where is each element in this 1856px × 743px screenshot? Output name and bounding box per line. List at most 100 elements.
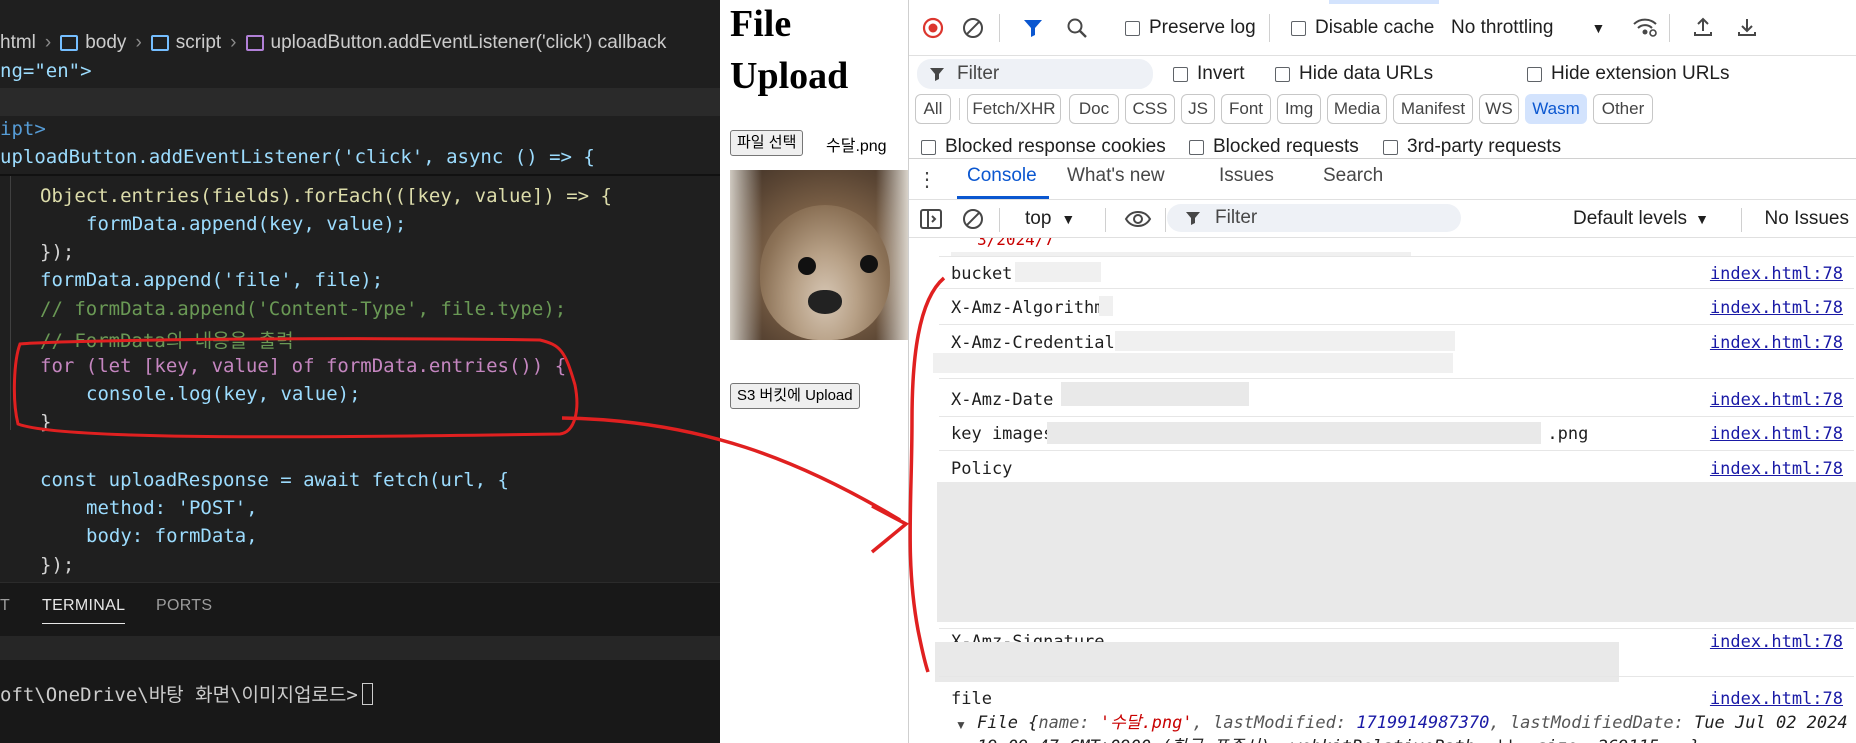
current-line-highlight bbox=[0, 88, 720, 116]
tab-console[interactable]: Console bbox=[967, 165, 1037, 187]
code-line: }); bbox=[40, 241, 74, 269]
type-filter-css[interactable]: CSS bbox=[1125, 94, 1175, 124]
blocked-cookies-checkbox[interactable]: Blocked response cookies bbox=[921, 136, 1166, 158]
issues-counter[interactable]: No Issues bbox=[1743, 208, 1849, 230]
type-filter-all[interactable]: All bbox=[915, 94, 951, 124]
code-text: // FormData의 내용을 출력 bbox=[40, 330, 294, 352]
preserve-log-checkbox[interactable]: Preserve log bbox=[1125, 17, 1256, 39]
type-filter-doc[interactable]: Doc bbox=[1069, 94, 1119, 124]
redacted-value bbox=[1047, 422, 1541, 444]
log-source-link[interactable]: index.html:78 bbox=[1710, 424, 1843, 444]
type-filter-manifest[interactable]: Manifest bbox=[1393, 94, 1473, 124]
row-divider bbox=[939, 416, 1854, 417]
checkbox-label: Hide extension URLs bbox=[1551, 63, 1730, 84]
import-har-icon[interactable] bbox=[1691, 14, 1715, 40]
live-expression-eye-icon[interactable] bbox=[1123, 208, 1153, 230]
log-source-link[interactable]: index.html:78 bbox=[1710, 264, 1843, 284]
log-levels-select[interactable]: Default levels ▼ bbox=[1573, 208, 1709, 230]
partial-log-text: 3/2024/7 bbox=[977, 238, 1055, 249]
panel-tab-indicator bbox=[1329, 0, 1439, 4]
page-title: File Upload bbox=[730, 3, 849, 97]
network-conditions-icon[interactable] bbox=[1631, 14, 1659, 40]
log-source-link[interactable]: index.html:78 bbox=[1710, 689, 1843, 709]
context-select[interactable]: top ▼ bbox=[1025, 208, 1075, 230]
terminal[interactable]: oft\OneDrive\바탕 화면\이미지업로드> bbox=[0, 626, 720, 743]
log-key-bucket: bucket bbox=[951, 264, 1013, 284]
tab-ports[interactable]: PORTS bbox=[156, 597, 212, 615]
otter-image bbox=[730, 170, 908, 340]
code-text: } bbox=[40, 411, 52, 433]
type-filter-img[interactable]: Img bbox=[1277, 94, 1321, 124]
more-vertical-icon[interactable]: ⋮ bbox=[917, 167, 937, 191]
tab-terminal[interactable]: TERMINAL bbox=[42, 597, 126, 624]
sidebar-toggle-icon[interactable] bbox=[919, 208, 943, 230]
type-filter-media[interactable]: Media bbox=[1327, 94, 1387, 124]
clear-console-icon[interactable] bbox=[961, 208, 985, 230]
type-filter-font[interactable]: Font bbox=[1221, 94, 1271, 124]
divider bbox=[1165, 208, 1166, 232]
breadcrumb-callback[interactable]: uploadButton.addEventListener('click') c… bbox=[271, 32, 667, 54]
choose-file-button[interactable]: 파일 선택 bbox=[730, 130, 804, 156]
code-text: uploadButton.addEventListener('click', a… bbox=[0, 146, 595, 168]
record-icon[interactable] bbox=[921, 16, 945, 40]
network-filter-input[interactable]: Filter bbox=[917, 59, 1153, 89]
log-key-policy: Policy bbox=[951, 459, 1013, 479]
type-filter-ws[interactable]: WS bbox=[1479, 94, 1519, 124]
clear-icon[interactable] bbox=[961, 16, 985, 40]
chevron-right-icon: › bbox=[135, 32, 142, 53]
type-filter-js[interactable]: JS bbox=[1181, 94, 1215, 124]
tab-issues[interactable]: Issues bbox=[1219, 165, 1274, 187]
console-filter-input[interactable]: Filter bbox=[1167, 204, 1461, 232]
type-filter-fetch[interactable]: Fetch/XHR bbox=[967, 94, 1061, 124]
code-line: console.log(key, value); bbox=[86, 383, 361, 411]
file-obj-value: Tue Jul 02 2024 bbox=[1694, 713, 1848, 733]
code-line: } bbox=[40, 411, 51, 439]
expand-triangle-icon[interactable]: ▼ bbox=[955, 718, 967, 732]
issues-label: No Issues bbox=[1764, 208, 1849, 229]
hide-extension-urls-checkbox[interactable]: Hide extension URLs bbox=[1527, 63, 1729, 85]
filter-icon[interactable] bbox=[1021, 16, 1045, 40]
log-source-link[interactable]: index.html:78 bbox=[1710, 632, 1843, 652]
throttling-select[interactable]: No throttling ▼ bbox=[1451, 17, 1605, 39]
code-line: // FormData의 내용을 출력 bbox=[40, 326, 294, 354]
log-key-date: X-Amz-Date bbox=[951, 390, 1054, 410]
search-icon[interactable] bbox=[1065, 16, 1089, 40]
upload-button[interactable]: S3 버킷에 Upload bbox=[730, 383, 860, 409]
breadcrumb-script[interactable]: script bbox=[176, 32, 221, 54]
file-obj-value: 1719914987370 bbox=[1356, 713, 1490, 733]
log-source-link[interactable]: index.html:78 bbox=[1710, 333, 1843, 353]
page-preview: File Upload 파일 선택 수달.png S3 버킷에 Upload bbox=[720, 0, 908, 743]
type-filter-other[interactable]: Other bbox=[1593, 94, 1653, 124]
code-editor[interactable]: html › body › script › uploadButton.addE… bbox=[0, 0, 720, 743]
log-source-link[interactable]: index.html:78 bbox=[1710, 390, 1843, 410]
tab-search[interactable]: Search bbox=[1323, 165, 1383, 187]
third-party-checkbox[interactable]: 3rd-party requests bbox=[1383, 136, 1561, 158]
type-filter-wasm[interactable]: Wasm bbox=[1525, 94, 1587, 124]
invert-checkbox[interactable]: Invert bbox=[1173, 63, 1245, 85]
filter-placeholder: Filter bbox=[1215, 207, 1258, 228]
tab-output[interactable]: T bbox=[0, 597, 10, 615]
tab-whats-new[interactable]: What's new bbox=[1067, 165, 1165, 187]
disable-cache-checkbox[interactable]: Disable cache bbox=[1291, 17, 1434, 39]
file-obj-key: , lastModifiedDate: bbox=[1489, 713, 1695, 733]
log-source-link[interactable]: index.html:78 bbox=[1710, 459, 1843, 479]
checkbox-box bbox=[1383, 139, 1398, 155]
terminal-row bbox=[0, 636, 720, 660]
redacted-value bbox=[937, 482, 1856, 622]
log-key-algorithm: X-Amz-Algorithm bbox=[951, 298, 1105, 318]
file-object-preview-2: 19:09:47 GMT+0900 (한국 표준시), webkitRelati… bbox=[977, 732, 1700, 743]
code-line: for (let [key, value] of formData.entrie… bbox=[40, 355, 566, 383]
levels-value: Default levels bbox=[1573, 208, 1688, 229]
export-har-icon[interactable] bbox=[1735, 14, 1759, 40]
hide-data-urls-checkbox[interactable]: Hide data URLs bbox=[1275, 63, 1433, 85]
breadcrumb-html[interactable]: html bbox=[0, 32, 36, 54]
log-source-link[interactable]: index.html:78 bbox=[1710, 298, 1843, 318]
code-line: uploadButton.addEventListener('click', a… bbox=[0, 146, 595, 174]
panel-tab-bar: T TERMINAL PORTS bbox=[0, 582, 720, 626]
method-icon bbox=[245, 35, 264, 51]
checkbox-box bbox=[1125, 20, 1140, 36]
file-obj-value: '수달.png' bbox=[1099, 713, 1193, 733]
breadcrumb-body[interactable]: body bbox=[85, 32, 126, 54]
row-divider bbox=[939, 288, 1854, 289]
blocked-requests-checkbox[interactable]: Blocked requests bbox=[1189, 136, 1359, 158]
